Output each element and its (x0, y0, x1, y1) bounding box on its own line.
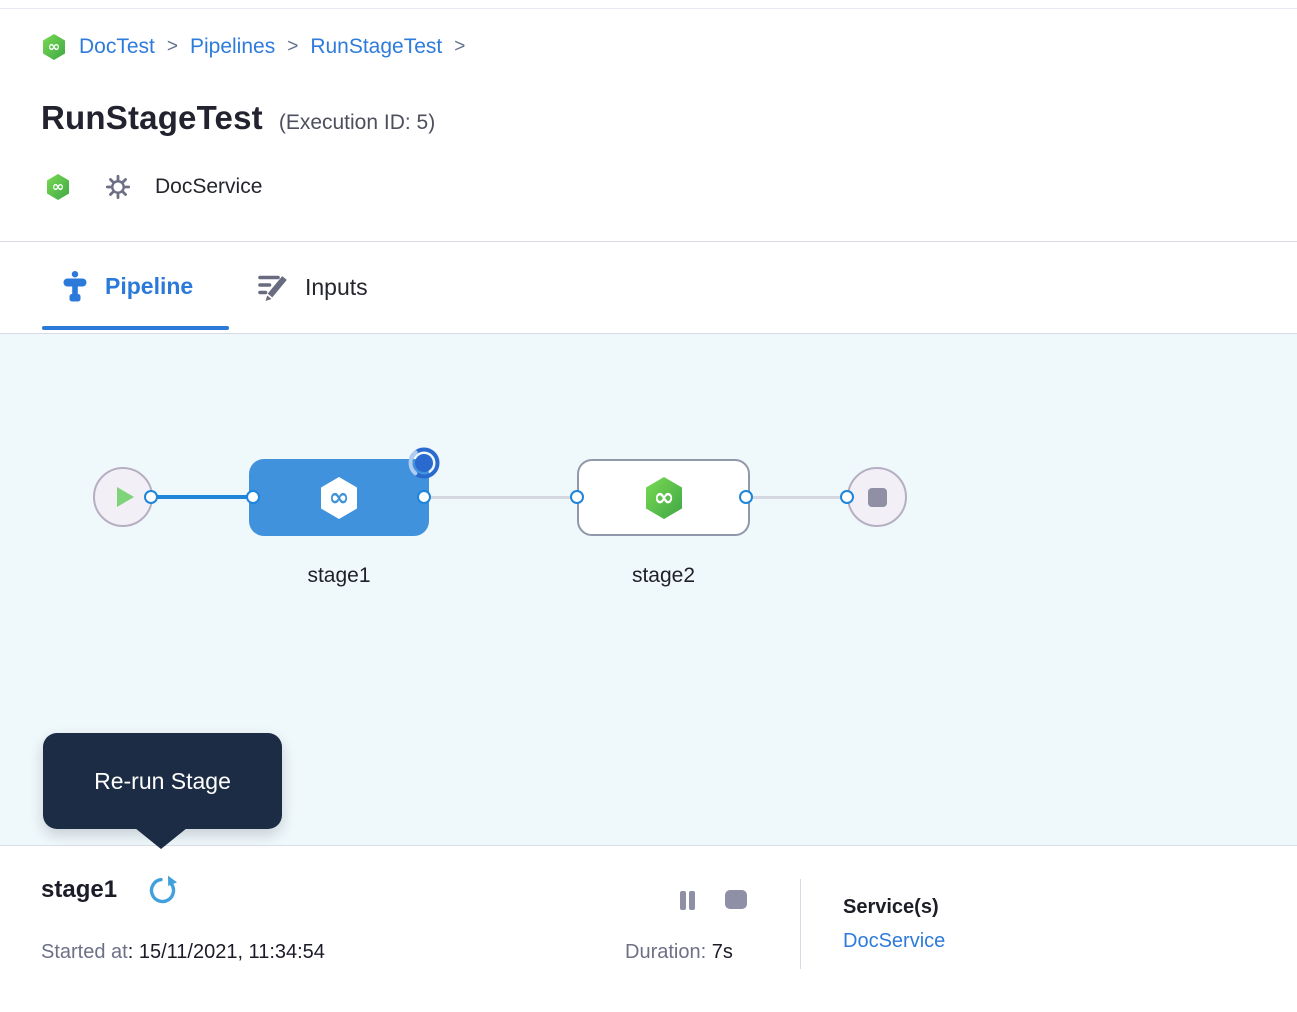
inputs-icon (256, 271, 290, 303)
started-at-label: Started at (41, 941, 128, 963)
breadcrumb-separator: > (286, 36, 299, 58)
breadcrumb: ∞ DocTest > Pipelines > RunStageTest > (40, 33, 466, 61)
abort-button[interactable] (725, 890, 747, 909)
rerun-icon (146, 873, 180, 907)
port (144, 490, 158, 504)
svg-text:∞: ∞ (48, 38, 61, 56)
stage-hexagon-icon: ∞ (316, 475, 362, 521)
duration-label: Duration: (625, 941, 712, 963)
breadcrumb-separator: > (166, 36, 179, 58)
tab-pipeline-label: Pipeline (105, 273, 193, 300)
service-summary: ∞ DocService (44, 173, 262, 201)
duration: Duration: 7s (625, 941, 733, 964)
services-label: Service(s) (843, 896, 939, 919)
service-name: DocService (155, 175, 262, 199)
pipeline-canvas[interactable]: ∞ ∞ stage1 stage2 Re-run Stage (0, 334, 1297, 845)
footer-divider (800, 879, 801, 969)
port (417, 490, 431, 504)
gear-icon (105, 174, 131, 200)
port (840, 490, 854, 504)
svg-text:∞: ∞ (653, 482, 674, 511)
pipeline-icon (62, 271, 88, 302)
service-link[interactable]: DocService (843, 930, 945, 953)
port (570, 490, 584, 504)
page-title: RunStageTest (41, 99, 263, 137)
stop-icon (868, 488, 887, 507)
started-at: Started at: 15/11/2021, 11:34:54 (41, 941, 325, 964)
breadcrumb-item-pipelines[interactable]: Pipelines (190, 35, 275, 59)
title-row: RunStageTest (Execution ID: 5) (41, 99, 435, 137)
stage-node-stage2[interactable]: ∞ (577, 459, 750, 536)
footer-stage-name: stage1 (41, 876, 117, 904)
started-at-value: : 15/11/2021, 11:34:54 (128, 941, 325, 963)
breadcrumb-item-project[interactable]: DocTest (79, 35, 155, 59)
pause-icon (680, 891, 686, 910)
port (739, 490, 753, 504)
duration-value: 7s (712, 941, 733, 963)
harness-hexagon-icon: ∞ (44, 173, 72, 201)
stage-details-bar: stage1 Started at: 15/11/2021, 11:34:54 … (0, 845, 1297, 1012)
tab-pipeline[interactable]: Pipeline (62, 271, 193, 302)
execution-id: (Execution ID: 5) (279, 111, 435, 135)
header-divider (0, 241, 1297, 242)
rerun-stage-tooltip: Re-run Stage (43, 733, 282, 829)
tooltip-label: Re-run Stage (94, 768, 231, 795)
pause-icon (689, 891, 695, 910)
tab-inputs[interactable]: Inputs (256, 271, 368, 303)
end-node (847, 467, 907, 527)
harness-hexagon-icon: ∞ (40, 33, 68, 61)
play-icon (117, 487, 134, 507)
port (246, 490, 260, 504)
stage-node-stage1[interactable]: ∞ (249, 459, 429, 536)
stage-hexagon-icon: ∞ (641, 475, 687, 521)
edge-stage1-stage2 (424, 496, 578, 499)
stage-label: stage1 (249, 564, 429, 588)
spinner-icon (407, 446, 441, 485)
stage-label: stage2 (577, 564, 750, 588)
rerun-stage-button[interactable] (146, 873, 180, 912)
svg-text:∞: ∞ (52, 178, 65, 196)
edge-stage2-end (746, 496, 848, 499)
breadcrumb-separator: > (453, 36, 466, 58)
pause-button[interactable] (680, 891, 695, 910)
tab-inputs-label: Inputs (305, 274, 368, 301)
active-tab-underline (42, 326, 229, 330)
breadcrumb-item-pipeline-name[interactable]: RunStageTest (310, 35, 442, 59)
window-top-divider (0, 8, 1297, 9)
edge-start-stage1 (151, 495, 254, 499)
svg-text:∞: ∞ (329, 482, 350, 511)
